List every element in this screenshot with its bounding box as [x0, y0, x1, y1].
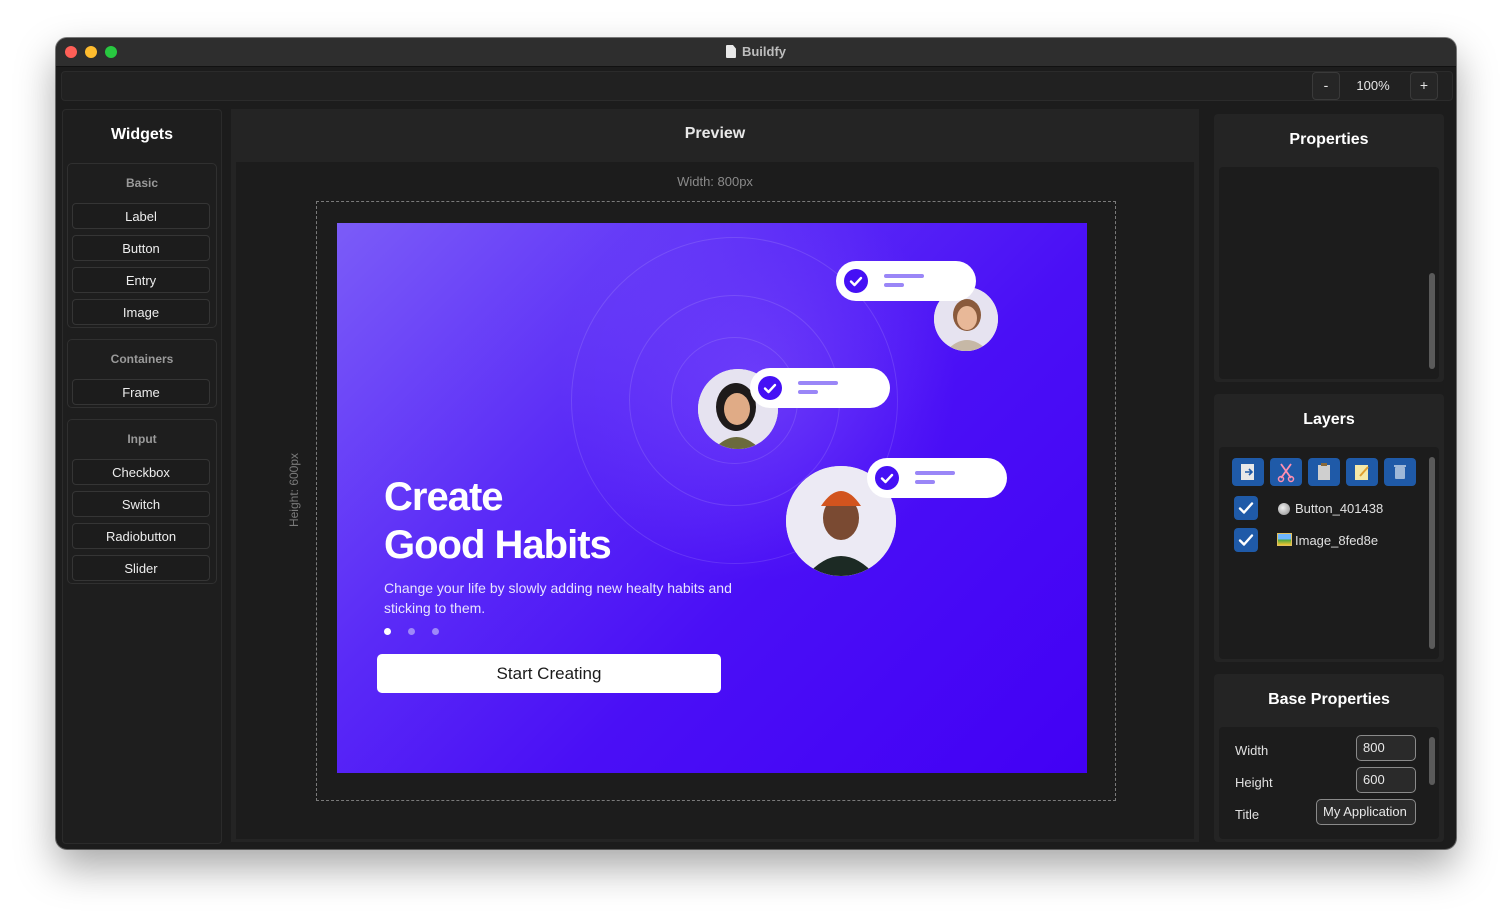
preview-canvas[interactable]: Width: 800px Height: 600px Create Good H…	[236, 162, 1194, 839]
layer-visibility-checkbox[interactable]	[1234, 496, 1258, 520]
widget-checkbox-button[interactable]: Checkbox	[72, 459, 210, 485]
task-line	[884, 274, 924, 278]
layers-scrollbar[interactable]	[1429, 457, 1435, 649]
edit-icon[interactable]	[1346, 458, 1378, 486]
base-properties-heading: Base Properties	[1268, 691, 1390, 708]
layers-panel: Layers Button_401438 Image_8fed8e	[1214, 394, 1444, 662]
window-title-text: Buildfy	[741, 44, 787, 59]
properties-content	[1219, 167, 1439, 379]
carousel-dot	[408, 628, 415, 635]
app-preview-image[interactable]: Create Good Habits Change your life by s…	[337, 223, 1087, 773]
properties-panel: Properties	[1214, 114, 1444, 382]
properties-heading: Properties	[1289, 131, 1369, 148]
layer-visibility-checkbox[interactable]	[1234, 528, 1258, 552]
layers-heading: Layers	[1303, 411, 1355, 428]
button-icon	[1278, 503, 1290, 515]
section-title-containers: Containers	[110, 352, 174, 366]
width-dimension-label: Width: 800px	[677, 174, 753, 189]
carousel-dot	[432, 628, 439, 635]
widget-switch-button[interactable]: Switch	[72, 491, 210, 517]
zoom-in-button[interactable]: +	[1410, 72, 1438, 100]
height-label: Height	[1235, 775, 1273, 790]
layers-toolbar	[1232, 458, 1422, 486]
height-dimension-label: Height: 600px	[287, 452, 301, 528]
start-creating-button[interactable]: Start Creating	[377, 654, 721, 693]
window-title: Buildfy	[56, 44, 1456, 59]
preview-panel: Preview Width: 800px Height: 600px Creat…	[231, 109, 1199, 842]
base-properties-panel: Base Properties Width 800 Height 600 Tit…	[1214, 674, 1444, 842]
clipboard-icon[interactable]	[1308, 458, 1340, 486]
task-card-1	[836, 261, 976, 301]
widgets-section-input: Input Checkbox Switch Radiobutton Slider	[67, 419, 217, 584]
width-field[interactable]: 800	[1356, 735, 1416, 761]
task-line	[798, 381, 838, 385]
layer-item-label[interactable]: Button_401438	[1295, 501, 1383, 516]
hero-title-line-2: Good Habits	[384, 523, 612, 567]
check-icon	[758, 376, 782, 400]
task-line	[798, 390, 818, 394]
title-field[interactable]: My Application	[1316, 799, 1416, 825]
widgets-panel: Widgets Basic Label Button Entry Image C…	[62, 109, 222, 844]
check-icon	[844, 269, 868, 293]
widget-frame-button[interactable]: Frame	[72, 379, 210, 405]
properties-scrollbar[interactable]	[1429, 273, 1435, 369]
zoom-level: 100%	[1356, 78, 1390, 93]
widget-image-button[interactable]: Image	[72, 299, 210, 325]
hero-title-line-1: Create	[384, 475, 504, 519]
title-label: Title	[1235, 807, 1260, 822]
trash-icon[interactable]	[1384, 458, 1416, 486]
hero-title: Create Good Habits	[384, 473, 612, 569]
widget-button-button[interactable]: Button	[72, 235, 210, 261]
preview-heading: Preview	[684, 125, 746, 142]
widgets-heading: Widgets	[110, 126, 174, 143]
document-icon	[725, 45, 736, 58]
widget-label-button[interactable]: Label	[72, 203, 210, 229]
image-icon	[1277, 533, 1292, 546]
width-label: Width	[1235, 743, 1269, 758]
scissors-icon[interactable]	[1270, 458, 1302, 486]
widgets-section-containers: Containers Frame	[67, 339, 217, 408]
layer-item-label[interactable]: Image_8fed8e	[1295, 533, 1378, 548]
app-window: Buildfy - 100% + Widgets Basic Label But…	[56, 38, 1456, 849]
section-title-basic: Basic	[125, 176, 159, 190]
zoom-out-button[interactable]: -	[1312, 72, 1340, 100]
height-field[interactable]: 600	[1356, 767, 1416, 793]
carousel-dot-active	[384, 628, 391, 635]
widget-entry-button[interactable]: Entry	[72, 267, 210, 293]
task-card-2	[750, 368, 890, 408]
task-card-3	[867, 458, 1007, 498]
task-line	[884, 283, 904, 287]
title-bar: Buildfy	[56, 38, 1456, 67]
toolbar: - 100% +	[61, 71, 1453, 101]
base-properties-content: Width 800 Height 600 Title My Applicatio…	[1219, 727, 1439, 839]
hero-subtitle: Change your life by slowly adding new he…	[384, 580, 732, 616]
widget-slider-button[interactable]: Slider	[72, 555, 210, 581]
section-title-input: Input	[127, 432, 157, 446]
task-line	[915, 471, 955, 475]
check-icon	[875, 466, 899, 490]
widget-radiobutton-button[interactable]: Radiobutton	[72, 523, 210, 549]
layers-content: Button_401438 Image_8fed8e	[1219, 447, 1439, 659]
import-icon[interactable]	[1232, 458, 1264, 486]
widgets-section-basic: Basic Label Button Entry Image	[67, 163, 217, 328]
task-line	[915, 480, 935, 484]
base-properties-scrollbar[interactable]	[1429, 737, 1435, 785]
